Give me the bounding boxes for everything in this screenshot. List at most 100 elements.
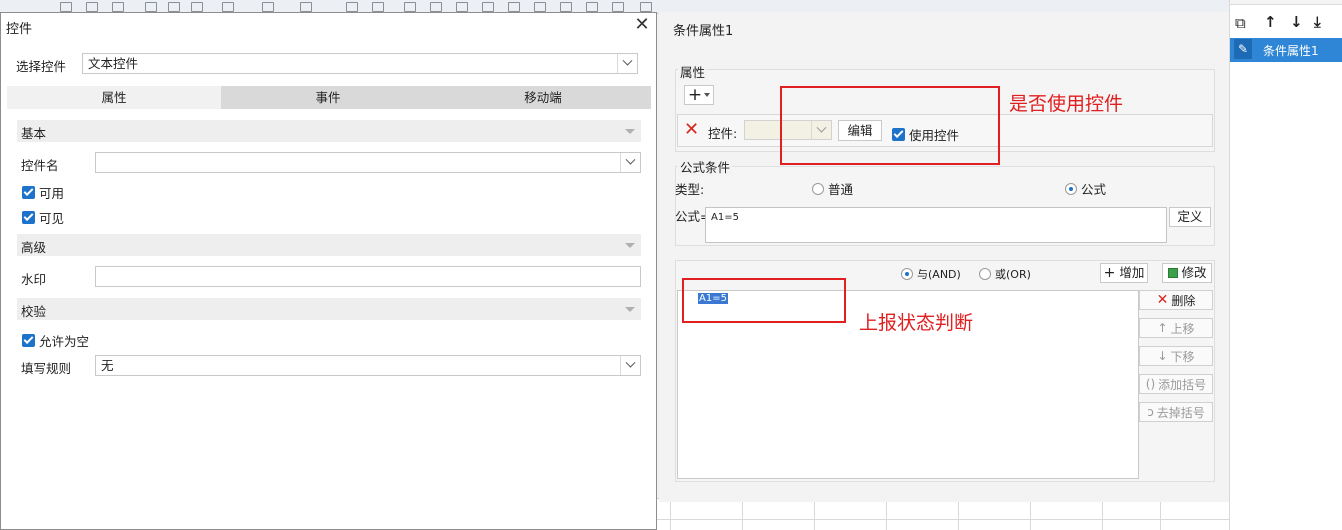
type-normal-label: 普通 [828, 182, 854, 197]
or-radio[interactable]: 或(OR) [979, 266, 1031, 282]
tab-properties-label: 属性 [101, 90, 127, 105]
move-down-button[interactable]: ↓ 下移 [1139, 346, 1213, 366]
annotation-use-control: 是否使用控件 [1009, 93, 1124, 115]
section-basic-label: 基本 [21, 126, 47, 141]
tab-events-label: 事件 [315, 90, 341, 105]
caret-down-icon [704, 93, 711, 97]
background-spreadsheet-grid [656, 498, 1230, 530]
tab-events[interactable]: 事件 [221, 86, 435, 109]
checkbox-checked-icon [22, 211, 35, 224]
add-condition-label: 增加 [1119, 265, 1145, 280]
formula-condition-label: 公式条件 [678, 157, 733, 176]
modify-icon [1167, 268, 1178, 278]
checkbox-checked-icon [22, 186, 35, 199]
type-formula-radio[interactable]: 公式 [1065, 179, 1106, 198]
panel-header-strip [1230, 0, 1342, 5]
plus-icon: + [1103, 265, 1116, 281]
and-label: 与(AND) [917, 268, 961, 281]
visible-checkbox[interactable]: 可见 [22, 208, 64, 227]
watermark-label: 水印 [21, 272, 47, 287]
list-item[interactable]: ✎ 条件属性1 [1230, 38, 1342, 62]
move-down-label: 下移 [1170, 349, 1195, 364]
chevron-down-icon[interactable] [617, 54, 637, 73]
dialog-title: 控件 [6, 22, 33, 37]
formula-input[interactable]: A1=5 [705, 207, 1167, 243]
control-dialog: 控件 ✕ 选择控件 文本控件 属性 事件 移动端 基本 控件名 可用 可见 高级… [0, 12, 657, 530]
fill-rule-dropdown[interactable]: 无 [95, 355, 641, 376]
control-name-field[interactable] [95, 152, 641, 173]
arrow-up-icon: ↑ [1157, 321, 1168, 335]
type-label: 类型: [675, 182, 705, 197]
arrow-down-icon[interactable]: ↓ [1290, 13, 1303, 31]
arrow-up-icon[interactable]: ↑ [1264, 13, 1277, 31]
section-validation-label: 校验 [21, 304, 47, 319]
tab-mobile-label: 移动端 [524, 90, 562, 105]
type-formula-label: 公式 [1081, 182, 1107, 197]
section-basic[interactable]: 基本 [17, 120, 641, 142]
add-attribute-button[interactable]: + [684, 85, 714, 105]
collapse-arrow-icon [625, 307, 635, 312]
chevron-down-icon[interactable] [620, 356, 640, 375]
enabled-checkbox[interactable]: 可用 [22, 183, 64, 202]
fill-rule-label: 填写规则 [21, 361, 72, 376]
select-control-dropdown[interactable]: 文本控件 [82, 53, 638, 74]
and-radio[interactable]: 与(AND) [901, 266, 961, 282]
collapse-arrow-icon [625, 129, 635, 134]
define-button[interactable]: 定义 [1169, 207, 1211, 227]
fill-rule-value: 无 [101, 358, 114, 373]
radio-on-icon [901, 268, 913, 280]
modify-condition-button[interactable]: 修改 [1162, 263, 1212, 283]
bracket-icon: () [1145, 377, 1156, 391]
radio-off-icon [979, 268, 991, 280]
formula-value: A1=5 [711, 212, 739, 223]
attributes-label: 属性 [678, 62, 708, 81]
modify-condition-label: 修改 [1181, 265, 1207, 280]
section-advanced[interactable]: 高级 [17, 234, 641, 256]
move-up-label: 上移 [1170, 321, 1195, 336]
delete-x-icon: ✕ [1156, 292, 1169, 308]
visible-label: 可见 [39, 211, 65, 226]
delete-condition-button[interactable]: ✕ 删除 [1139, 290, 1213, 310]
add-bracket-button[interactable]: () 添加括号 [1139, 374, 1213, 394]
remove-bracket-label: 去掉括号 [1156, 405, 1205, 420]
enabled-label: 可用 [39, 186, 65, 201]
control-name-label: 控件名 [21, 158, 59, 173]
remove-bracket-button[interactable]: ↄ 去掉括号 [1139, 402, 1213, 422]
annotation-report-status: 上报状态判断 [859, 312, 974, 334]
annotation-box-report-status [682, 278, 846, 323]
arrow-down-icon: ↓ [1157, 349, 1168, 363]
allow-empty-checkbox[interactable]: 允许为空 [22, 331, 89, 350]
radio-off-icon [812, 182, 824, 195]
move-up-button[interactable]: ↑ 上移 [1139, 318, 1213, 338]
or-label: 或(OR) [995, 268, 1031, 281]
type-normal-radio[interactable]: 普通 [812, 179, 853, 198]
section-validation[interactable]: 校验 [17, 298, 641, 320]
tab-mobile[interactable]: 移动端 [435, 86, 651, 109]
close-icon[interactable]: ✕ [633, 14, 651, 36]
annotation-box-use-control [780, 86, 1000, 165]
checkbox-checked-icon [22, 334, 35, 347]
plus-icon: + [687, 84, 703, 105]
remove-bracket-icon: ↄ [1147, 405, 1154, 419]
list-item-label: 条件属性1 [1263, 44, 1319, 58]
delete-condition-label: 删除 [1171, 293, 1196, 308]
collapse-arrow-icon [625, 243, 635, 248]
tab-properties[interactable]: 属性 [7, 86, 221, 109]
add-condition-button[interactable]: + 增加 [1100, 263, 1148, 283]
watermark-field[interactable] [95, 266, 641, 287]
select-control-value: 文本控件 [88, 56, 139, 71]
allow-empty-label: 允许为空 [39, 334, 90, 349]
copy-icon[interactable]: ⧉ [1235, 14, 1246, 32]
section-advanced-label: 高级 [21, 240, 47, 255]
control-label: 控件: [708, 126, 738, 141]
chevron-down-icon[interactable] [620, 153, 640, 172]
add-bracket-label: 添加括号 [1158, 377, 1207, 392]
panel-title: 条件属性1 [673, 24, 734, 39]
condition-list-panel: ⧉ ↑ ↓ ⤓ ✎ 条件属性1 [1229, 0, 1342, 530]
delete-x-icon[interactable]: ✕ [684, 120, 699, 140]
radio-on-icon [1065, 182, 1077, 195]
move-bottom-icon[interactable]: ⤓ [1314, 13, 1321, 31]
pencil-icon: ✎ [1234, 39, 1252, 59]
define-button-label: 定义 [1177, 209, 1203, 224]
select-control-label: 选择控件 [16, 59, 67, 74]
